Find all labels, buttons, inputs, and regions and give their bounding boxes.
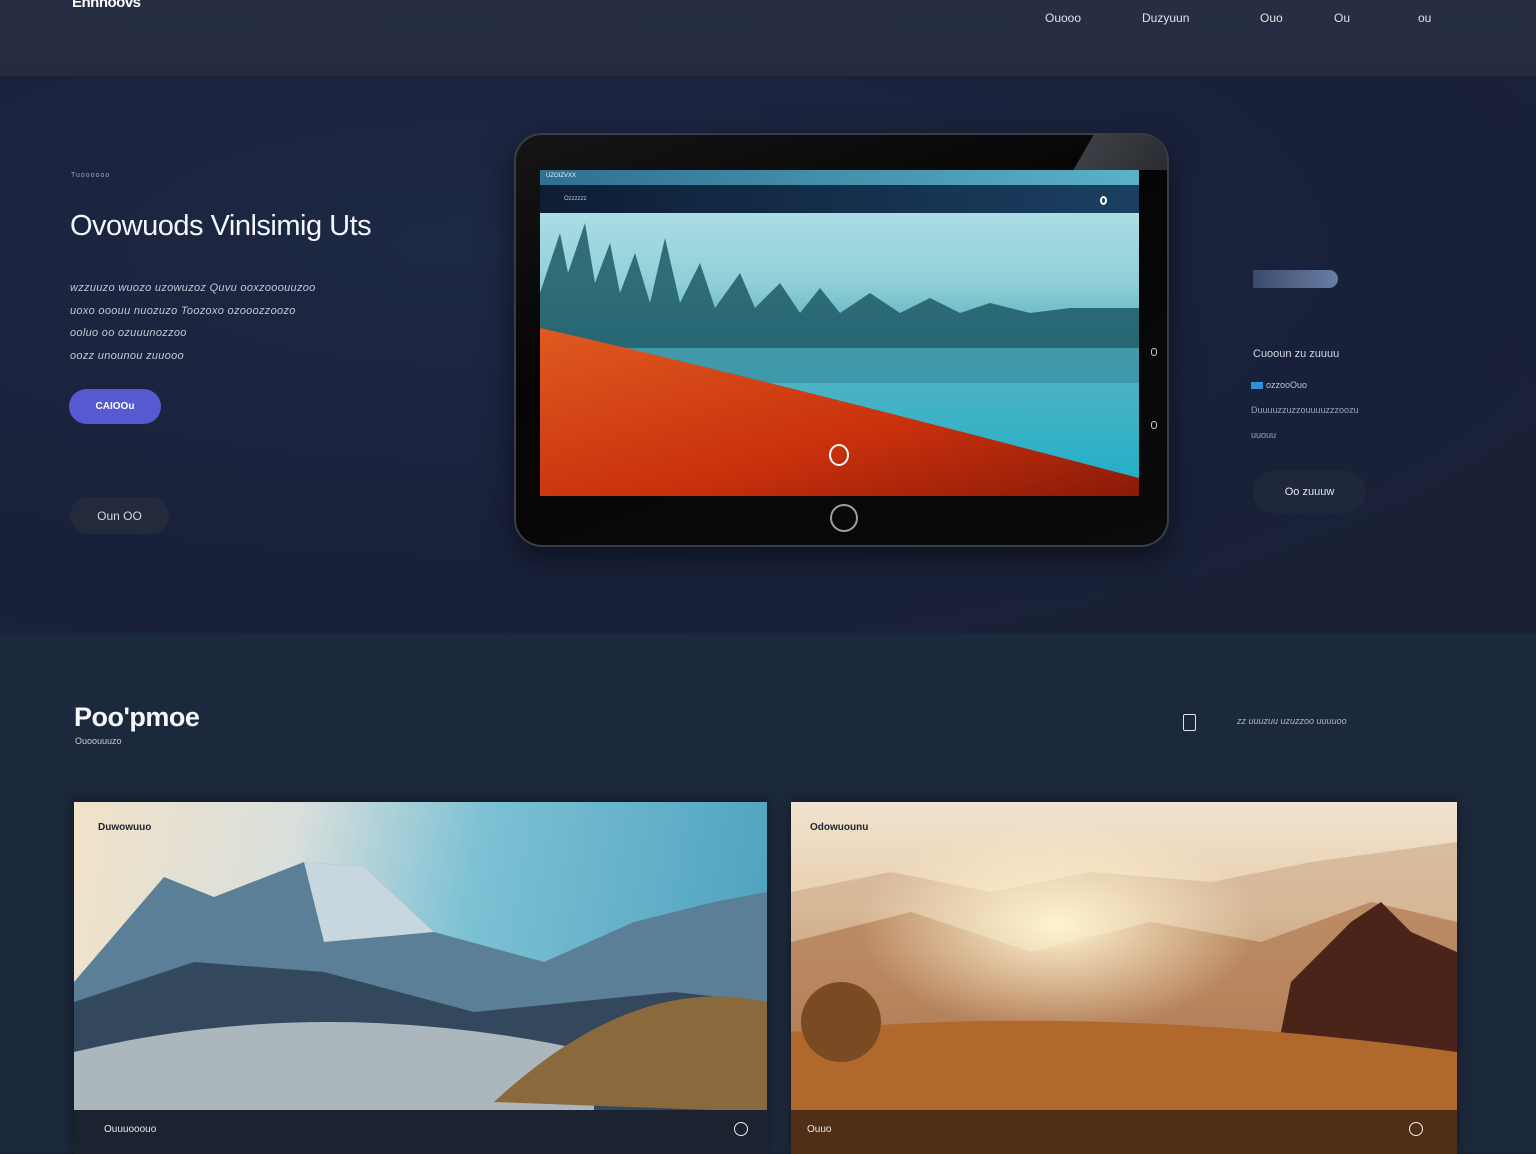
nav-item-1[interactable]: Ouooo (1045, 11, 1081, 25)
tablet-glare (1070, 134, 1167, 170)
primary-cta-button[interactable]: CAIOOu (69, 389, 161, 424)
tablet-home-button (830, 504, 858, 532)
hero-text-line: oozz unounou zuuooo (70, 350, 184, 362)
nav-item-5[interactable]: ou (1418, 11, 1431, 25)
section-title: Poo'pmoe (74, 702, 200, 732)
panel-label: Cuooun zu zuuuu (1253, 348, 1340, 360)
secondary-button[interactable]: Oun OO (70, 497, 169, 534)
sunset-image (791, 802, 1457, 1154)
gallery-card-sunset[interactable]: Odowuounu Ouuo (791, 802, 1457, 1154)
info-icon[interactable] (734, 1122, 748, 1136)
top-nav-bar (0, 0, 1536, 77)
card-title: Odowuounu (810, 822, 869, 833)
nav-item-4[interactable]: Ou (1334, 11, 1350, 25)
screen-nav-bar: Ozzzzzz (540, 185, 1139, 213)
screen-top-bar: UZOIZVXX (540, 170, 1139, 185)
panel-button[interactable]: Oo zuuuw (1253, 471, 1366, 513)
panel-description: Duuuuzzuzzouuuuzzzoozu (1251, 405, 1359, 415)
tablet-screen: UZOIZVXX Ozzzzzz (540, 170, 1139, 496)
nav-item-2[interactable]: Duzyuun (1142, 11, 1189, 25)
hero-eyebrow: Tuoooooo (71, 172, 111, 179)
hero-title: Ovowuods Vinlsimig Uts (70, 210, 372, 242)
gallery-card-mountains[interactable]: Duwowuuo Ouuuooouo (74, 802, 767, 1154)
section-subtitle: Ouoouuuzo (75, 736, 122, 746)
tablet-side-button (1151, 421, 1157, 429)
tag-icon (1251, 382, 1263, 389)
hero-text-line: uoxo ooouu nuozuzo Toozoxo ozooozzoozo (70, 305, 296, 317)
screen-menu-icon[interactable] (1100, 196, 1107, 205)
tablet-side-button (1151, 348, 1157, 356)
card-footer-text: Ouuuooouo (104, 1124, 157, 1135)
panel-tag: ozzooOuo (1266, 380, 1308, 390)
card-title: Duwowuuo (98, 822, 152, 833)
eye-badge-icon (1253, 270, 1338, 288)
nav-item-3[interactable]: Ouo (1260, 11, 1283, 25)
panel-description: uuouu (1251, 430, 1277, 440)
hero-text-line: wzzuuzo wuozo uzowuzoz Quvu ooxzooouuzoo (70, 282, 316, 294)
hero-text-line: ooluo oo ozuuunozzoo (70, 327, 187, 339)
document-icon[interactable] (1183, 714, 1196, 731)
at-icon[interactable] (1409, 1122, 1423, 1136)
logo[interactable]: Ennnoovs (72, 0, 141, 11)
mountain-image (74, 862, 767, 1154)
play-circle-icon[interactable] (829, 444, 849, 466)
card-footer-text: Ouuo (807, 1124, 832, 1135)
section-link[interactable]: zz uuuzuu uzuzzoo uuuuoo (1237, 716, 1347, 726)
